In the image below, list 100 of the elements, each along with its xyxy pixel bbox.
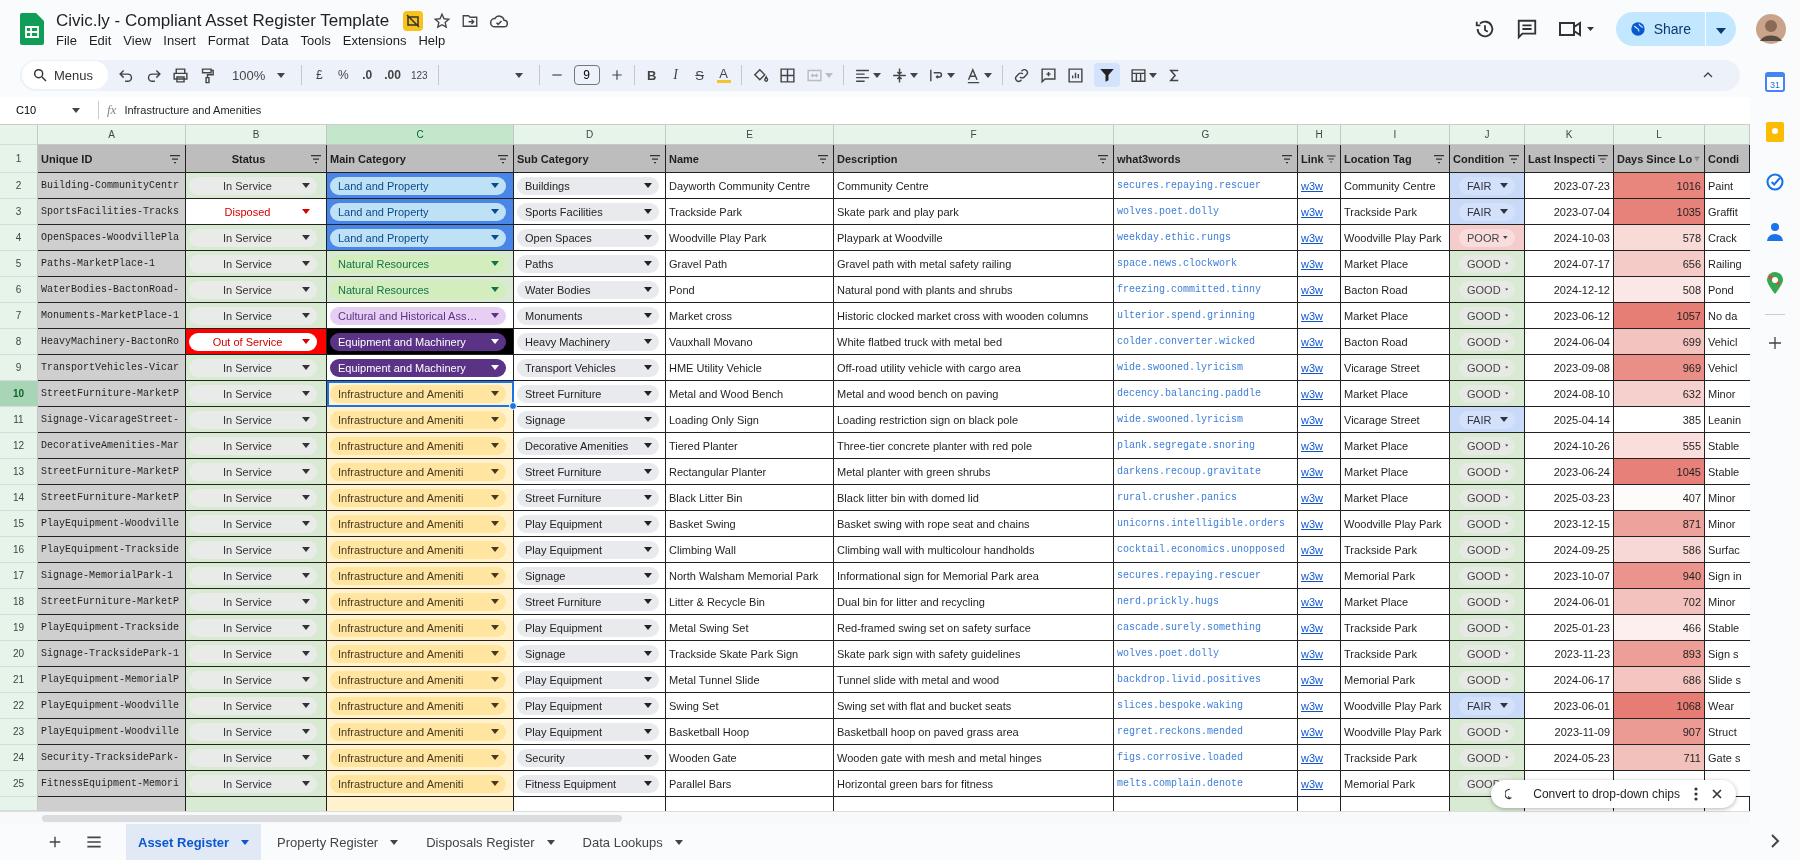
- category-chip[interactable]: Cultural and Historical Ass…: [330, 306, 506, 325]
- link[interactable]: w3w: [1301, 699, 1323, 712]
- link[interactable]: w3w: [1301, 387, 1323, 400]
- column-letter[interactable]: B: [186, 125, 327, 145]
- menu-item[interactable]: Format: [207, 32, 249, 48]
- category-chip[interactable]: Infrastructure and Ameniti: [330, 644, 506, 663]
- filter-icon[interactable]: [1508, 153, 1520, 164]
- link[interactable]: w3w: [1301, 725, 1323, 738]
- calendar-icon[interactable]: 31: [1765, 72, 1785, 92]
- category-chip[interactable]: Infrastructure and Ameniti: [330, 566, 506, 585]
- category-chip[interactable]: Infrastructure and Ameniti: [330, 540, 506, 559]
- row-number[interactable]: 25: [0, 771, 38, 797]
- link[interactable]: w3w: [1301, 465, 1323, 478]
- status-dropdown[interactable]: In Service: [189, 566, 317, 585]
- fill-color-icon[interactable]: [751, 66, 769, 84]
- badge-icon[interactable]: [403, 10, 424, 31]
- category-chip[interactable]: Buildings: [517, 176, 659, 195]
- row-number[interactable]: 5: [0, 251, 38, 277]
- row-number[interactable]: 11: [0, 407, 38, 433]
- category-chip[interactable]: Play Equipment: [517, 618, 659, 637]
- menu-item[interactable]: Tools: [300, 32, 331, 48]
- category-chip[interactable]: Infrastructure and Ameniti: [330, 670, 506, 689]
- link[interactable]: w3w: [1301, 283, 1323, 296]
- condition-dropdown[interactable]: GOOD: [1459, 618, 1515, 637]
- condition-dropdown[interactable]: GOOD: [1459, 514, 1515, 533]
- category-chip[interactable]: Natural Resources: [330, 280, 506, 299]
- column-letter[interactable]: E: [666, 125, 834, 145]
- row-number[interactable]: 23: [0, 719, 38, 745]
- column-letter[interactable]: I: [1341, 125, 1450, 145]
- category-chip[interactable]: Land and Property: [330, 176, 506, 195]
- condition-dropdown[interactable]: GOOD: [1459, 462, 1515, 481]
- tasks-icon[interactable]: [1765, 172, 1785, 192]
- condition-dropdown[interactable]: GOOD: [1459, 592, 1515, 611]
- status-dropdown[interactable]: In Service: [189, 592, 317, 611]
- condition-dropdown[interactable]: GOOD: [1459, 540, 1515, 559]
- add-sheet-icon[interactable]: [48, 835, 62, 849]
- scrollbar[interactable]: [42, 814, 622, 822]
- category-chip[interactable]: Sports Facilities: [517, 202, 659, 221]
- comments-icon[interactable]: [1515, 18, 1538, 40]
- status-dropdown[interactable]: In Service: [189, 306, 317, 325]
- link[interactable]: w3w: [1301, 777, 1323, 790]
- column-letter[interactable]: C: [327, 125, 514, 145]
- sheet-tab[interactable]: Property Register: [265, 824, 411, 860]
- category-chip[interactable]: Play Equipment: [517, 514, 659, 533]
- filter-icon[interactable]: [1097, 153, 1109, 164]
- status-dropdown[interactable]: Out of Service: [189, 332, 317, 351]
- status-dropdown[interactable]: In Service: [189, 488, 317, 507]
- category-chip[interactable]: Infrastructure and Ameniti: [330, 774, 506, 793]
- print-icon[interactable]: [172, 66, 189, 84]
- row-number[interactable]: 18: [0, 589, 38, 615]
- category-chip[interactable]: Play Equipment: [517, 722, 659, 741]
- close-icon[interactable]: [1712, 789, 1722, 799]
- condition-dropdown[interactable]: FAIR: [1459, 696, 1515, 715]
- row-number[interactable]: 1: [0, 145, 38, 173]
- category-chip[interactable]: Transport Vehicles: [517, 358, 659, 377]
- filter-icon[interactable]: [1281, 153, 1293, 164]
- menu-item[interactable]: Extensions: [342, 32, 407, 48]
- person-icon[interactable]: [1766, 222, 1784, 242]
- currency-format-button[interactable]: £: [312, 68, 327, 83]
- link[interactable]: w3w: [1301, 231, 1323, 244]
- sheet-tab[interactable]: Disposals Register: [414, 824, 567, 860]
- link[interactable]: w3w: [1301, 621, 1323, 634]
- video-call-icon[interactable]: [1557, 18, 1596, 40]
- category-chip[interactable]: Land and Property: [330, 202, 506, 221]
- category-chip[interactable]: Land and Property: [330, 228, 506, 247]
- category-chip[interactable]: Infrastructure and Ameniti: [330, 514, 506, 533]
- category-chip[interactable]: Street Furniture: [517, 384, 659, 403]
- status-dropdown[interactable]: In Service: [189, 774, 317, 793]
- row-number[interactable]: 10: [0, 381, 38, 407]
- condition-dropdown[interactable]: GOOD: [1459, 644, 1515, 663]
- column-letter[interactable]: K: [1525, 125, 1614, 145]
- vertical-align-icon[interactable]: [890, 66, 908, 84]
- menus-search-field[interactable]: Menus: [22, 61, 108, 90]
- caret-icon[interactable]: [909, 72, 918, 78]
- category-chip[interactable]: Street Furniture: [517, 592, 659, 611]
- link[interactable]: w3w: [1301, 751, 1323, 764]
- text-color-button[interactable]: A: [716, 67, 731, 84]
- strikethrough-button[interactable]: S: [692, 67, 707, 83]
- category-chip[interactable]: Water Bodies: [517, 280, 659, 299]
- category-chip[interactable]: Infrastructure and Ameniti: [330, 462, 506, 481]
- category-chip[interactable]: Paths: [517, 254, 659, 273]
- caret-icon[interactable]: [872, 72, 881, 78]
- increase-decimals-button[interactable]: .00: [384, 68, 401, 83]
- category-chip[interactable]: Infrastructure and Ameniti: [330, 436, 506, 455]
- condition-dropdown[interactable]: GOOD: [1459, 436, 1515, 455]
- status-dropdown[interactable]: In Service: [189, 670, 317, 689]
- condition-dropdown[interactable]: GOOD: [1459, 384, 1515, 403]
- category-chip[interactable]: Infrastructure and Ameniti: [330, 618, 506, 637]
- link[interactable]: w3w: [1301, 673, 1323, 686]
- link[interactable]: w3w: [1301, 413, 1323, 426]
- menu-item[interactable]: Edit: [88, 32, 112, 48]
- condition-dropdown[interactable]: GOOD: [1459, 254, 1515, 273]
- category-chip[interactable]: Infrastructure and Ameniti: [330, 722, 506, 741]
- row-number[interactable]: 2: [0, 173, 38, 199]
- percent-format-button[interactable]: %: [336, 68, 351, 83]
- share-button[interactable]: Share: [1615, 12, 1705, 46]
- table-icon[interactable]: [1129, 66, 1147, 84]
- category-chip[interactable]: Security: [517, 748, 659, 767]
- filter-icon[interactable]: [497, 153, 509, 164]
- status-dropdown[interactable]: In Service: [189, 384, 317, 403]
